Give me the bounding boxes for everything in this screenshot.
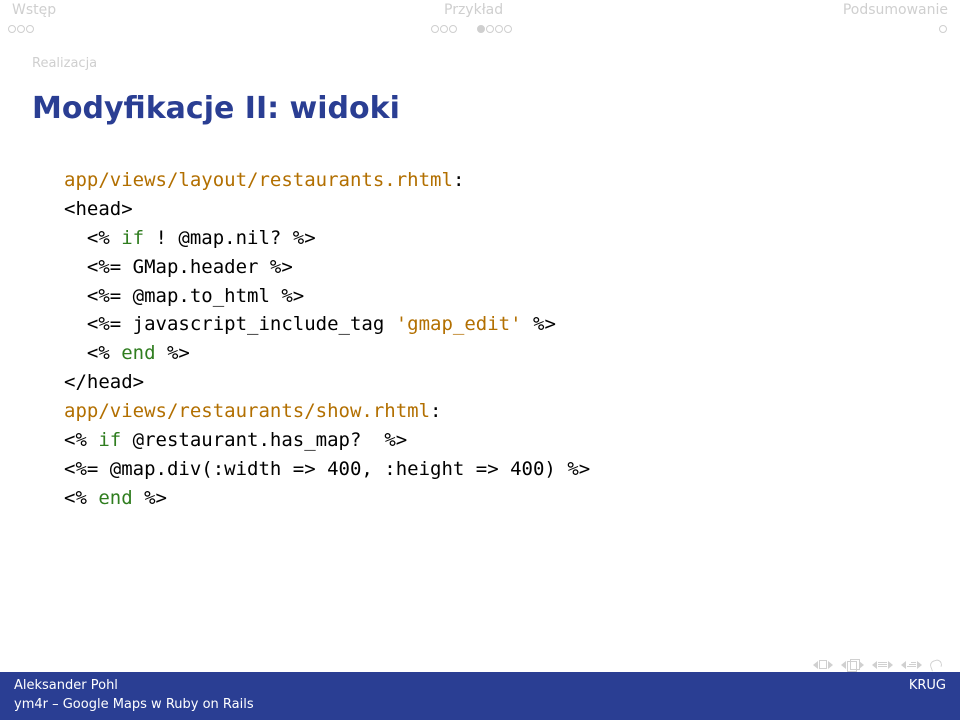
nav-right[interactable]: Podsumowanie — [643, 0, 960, 22]
footer-talk: ym4r – Google Maps w Ruby on Rails — [14, 697, 946, 712]
prev-frame-icon[interactable] — [841, 659, 864, 670]
footer-org: KRUG — [909, 678, 946, 693]
footer: Aleksander Pohl KRUG ym4r – Google Maps … — [0, 672, 960, 720]
nav-center[interactable]: Przykład — [432, 0, 643, 22]
prev-section-icon[interactable] — [872, 661, 893, 669]
slide-title: Modyfikacje II: widoki — [0, 71, 960, 126]
prev-slide-icon[interactable] — [813, 660, 833, 669]
nav-sections: Wstęp Przykład Podsumowanie — [0, 0, 960, 22]
nav-left[interactable]: Wstęp — [0, 0, 432, 22]
code-block: app/views/layout/restaurants.rhtml: <hea… — [0, 126, 960, 513]
subsection-label: Realizacja — [0, 36, 960, 71]
footer-author: Aleksander Pohl — [14, 678, 118, 693]
progress-dots — [0, 22, 960, 36]
beamer-nav-icons — [813, 659, 942, 670]
next-section-icon[interactable] — [901, 661, 922, 669]
back-forward-icon[interactable] — [930, 660, 942, 670]
